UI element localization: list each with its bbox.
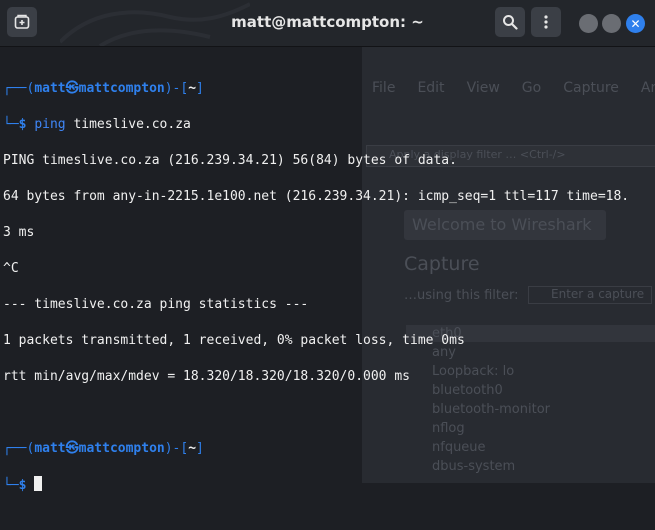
prompt-line-2: ┌──(matt㉿mattcompton)-[~] [3,441,204,456]
close-icon: ✕ [630,16,641,31]
search-button[interactable] [495,7,525,37]
text-cursor [34,476,43,491]
close-button[interactable]: ✕ [626,14,645,33]
new-tab-icon [14,14,30,29]
maximize-button[interactable] [602,14,621,33]
menu-button[interactable] [531,7,561,37]
output-line: 3 ms [3,225,35,240]
new-tab-button[interactable] [7,7,37,37]
terminal-pane[interactable]: ┌──(matt㉿mattcompton)-[~] └─$ ping times… [0,47,629,493]
output-line: PING timeslive.co.za (216.239.34.21) 56(… [3,153,457,168]
output-line: 1 packets transmitted, 1 received, 0% pa… [3,333,465,348]
minimize-button[interactable] [579,14,598,33]
output-line: 64 bytes from any-in-2215.1e100.net (216… [3,189,630,204]
search-icon [503,15,518,30]
command-argument: timeslive.co.za [73,117,191,132]
input-line[interactable]: └─$ [3,476,629,494]
output-line: --- timeslive.co.za ping statistics --- [3,297,309,312]
output-line: ^C [3,261,19,276]
kali-dragon-watermark [60,2,250,46]
terminal-output[interactable]: ┌──(matt㉿mattcompton)-[~] └─$ ping times… [3,62,629,530]
title-bar: matt@mattcompton: ~ ✕ [0,0,655,47]
kebab-menu-icon [544,15,548,29]
prompt-line-1: ┌──(matt㉿mattcompton)-[~] [3,81,204,96]
command-program: ping [34,117,66,132]
command-line: └─$ ping timeslive.co.za [3,117,191,132]
output-line: rtt min/avg/max/mdev = 18.320/18.320/18.… [3,369,410,384]
